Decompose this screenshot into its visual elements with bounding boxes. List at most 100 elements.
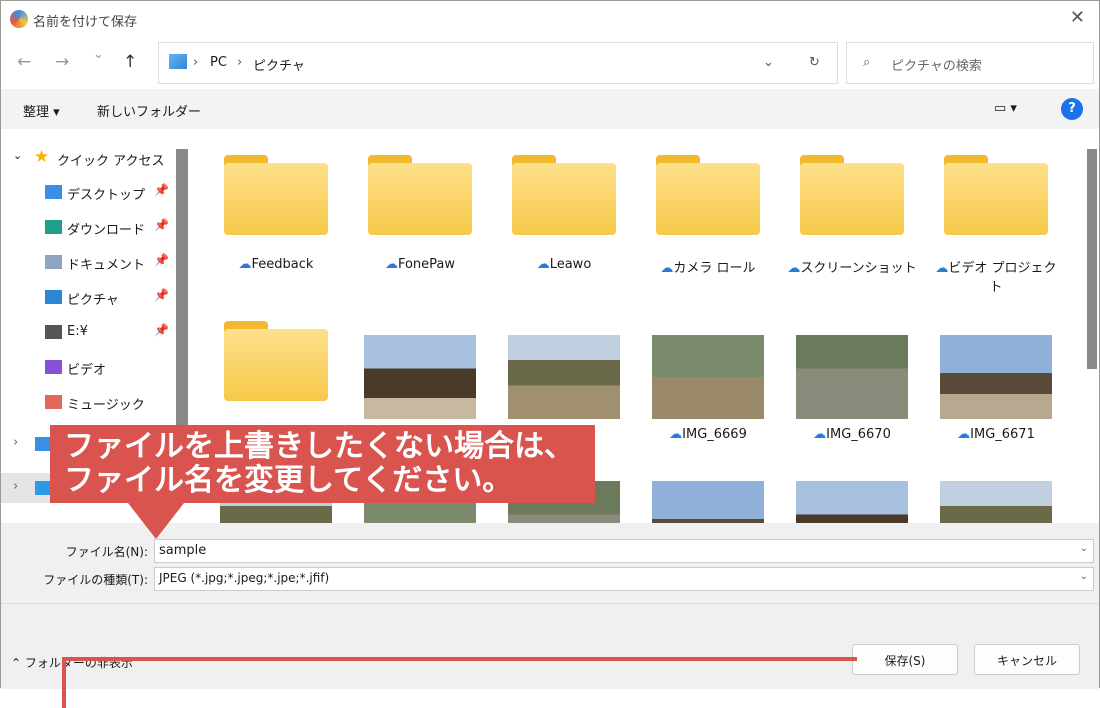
- sidebar-item-label: E:¥: [67, 324, 88, 339]
- image-thumbnail: [364, 335, 476, 419]
- window-title: 名前を付けて保存: [33, 15, 138, 30]
- image-thumbnail: [940, 335, 1052, 419]
- cloud-icon: ☁: [935, 261, 949, 276]
- folder-item[interactable]: ☁スクリーンショット: [787, 155, 917, 276]
- callout-line-1: ファイルを上書きしたくない場合は、: [64, 429, 574, 464]
- image-item[interactable]: ☁IMG_6671: [931, 321, 1061, 442]
- chevron-down-icon[interactable]: ⌄: [763, 55, 774, 70]
- chevron-right-icon[interactable]: ›: [13, 479, 18, 494]
- chevron-right-icon[interactable]: ›: [13, 435, 18, 450]
- pin-icon[interactable]: 📌: [154, 183, 169, 197]
- image-item[interactable]: ☁IMG_6669: [643, 321, 773, 442]
- folder-item[interactable]: ☁カメラ ロール: [643, 155, 773, 276]
- image-item[interactable]: 68: [499, 321, 629, 442]
- item-name: Leawo: [549, 257, 592, 272]
- folder-icon: [224, 155, 328, 235]
- back-button[interactable]: ←: [17, 52, 31, 72]
- forward-button[interactable]: →: [55, 52, 69, 72]
- breadcrumb-pc[interactable]: PC: [210, 55, 227, 70]
- item-name: ビデオ プロジェクト: [948, 261, 1057, 295]
- save-button[interactable]: 保存(S): [852, 644, 958, 675]
- sidebar-item-quick-access[interactable]: ⌄ ★ クイック アクセス: [1, 143, 171, 173]
- item-name: IMG_6671: [970, 427, 1035, 442]
- drive-icon: [45, 325, 62, 339]
- folder-item[interactable]: ☁ビデオ プロジェクト: [931, 155, 1061, 295]
- filename-value: sample: [159, 543, 207, 558]
- sidebar-item-label: ドキュメント: [67, 258, 146, 273]
- folder-item[interactable]: [211, 321, 341, 423]
- sidebar-item[interactable]: ピクチャ 📌: [1, 282, 171, 312]
- folder-item[interactable]: ☁Feedback: [211, 155, 341, 272]
- chevron-down-icon[interactable]: ⌄: [13, 149, 22, 162]
- cloud-icon: ☁: [536, 257, 550, 272]
- cloud-icon: ☁: [813, 427, 827, 442]
- pin-icon[interactable]: 📌: [154, 323, 169, 337]
- refresh-button[interactable]: ↻: [809, 55, 820, 70]
- annotation-line: [62, 657, 66, 708]
- sidebar-scrollbar[interactable]: [176, 149, 188, 449]
- pin-icon[interactable]: 📌: [154, 253, 169, 267]
- filename-input[interactable]: sample ⌄: [154, 539, 1094, 563]
- sidebar-item[interactable]: E:¥ 📌: [1, 317, 171, 347]
- sidebar-item[interactable]: ダウンロード 📌: [1, 212, 171, 242]
- callout-arrow: [128, 503, 184, 539]
- sidebar-item[interactable]: ドキュメント 📌: [1, 247, 171, 277]
- address-bar[interactable]: › PC › ピクチャ ⌄ ↻: [158, 42, 838, 84]
- pin-icon[interactable]: 📌: [154, 218, 169, 232]
- save-panel: ファイル名(N): sample ⌄ ファイルの種類(T): JPEG (*.jp…: [1, 523, 1099, 689]
- help-button[interactable]: ?: [1061, 98, 1083, 120]
- organize-button[interactable]: 整理 ▾: [23, 101, 60, 120]
- star-icon: ★: [34, 147, 50, 167]
- folder-icon: [656, 155, 760, 235]
- sidebar-item[interactable]: デスクトップ 📌: [1, 177, 171, 207]
- download-folder-icon: [45, 220, 62, 234]
- folder-item[interactable]: ☁Leawo: [499, 155, 629, 272]
- search-input[interactable]: ⌕ ピクチャの検索: [846, 42, 1094, 84]
- close-button[interactable]: ✕: [1070, 7, 1085, 28]
- cloud-icon: ☁: [669, 427, 683, 442]
- pin-icon[interactable]: 📌: [154, 288, 169, 302]
- chevron-down-icon[interactable]: ⌄: [1080, 543, 1088, 554]
- recent-locations-button[interactable]: ⌄: [93, 47, 104, 62]
- breadcrumb-pictures[interactable]: ピクチャ: [253, 55, 305, 74]
- folder-item[interactable]: ☁FonePaw: [355, 155, 485, 272]
- image-thumbnail: [796, 335, 908, 419]
- file-type-value: JPEG (*.jpg;*.jpeg;*.jpe;*.jfif): [159, 571, 330, 585]
- file-type-select[interactable]: JPEG (*.jpg;*.jpeg;*.jpe;*.jfif) ⌄: [154, 567, 1094, 591]
- sidebar-item-label: デスクトップ: [67, 188, 146, 203]
- folder-icon: [800, 155, 904, 235]
- toolbar: 整理 ▾ 新しいフォルダー ▭ ▾ ?: [1, 89, 1099, 129]
- item-name: カメラ ロール: [673, 261, 756, 276]
- image-thumbnail[interactable]: [940, 481, 1052, 524]
- folder-icon: [224, 321, 328, 401]
- image-thumbnail[interactable]: [796, 481, 908, 524]
- videos-folder-icon: [45, 360, 62, 374]
- image-item[interactable]: ☁IMG_6670: [787, 321, 917, 442]
- cloud-icon: ☁: [238, 257, 252, 272]
- item-name: IMG_6669: [682, 427, 747, 442]
- image-item[interactable]: [355, 321, 485, 427]
- new-folder-button[interactable]: 新しいフォルダー: [97, 101, 201, 120]
- callout-line-2: ファイル名を変更してください。: [64, 463, 513, 498]
- item-name: IMG_6670: [826, 427, 891, 442]
- save-as-dialog: 名前を付けて保存 ✕ ← → ⌄ ↑ › PC › ピクチャ ⌄ ↻ ⌕ ピクチ…: [0, 0, 1100, 689]
- up-button[interactable]: ↑: [123, 52, 137, 72]
- folder-icon: [944, 155, 1048, 235]
- documents-folder-icon: [45, 255, 62, 269]
- vertical-scrollbar[interactable]: [1087, 149, 1097, 369]
- cloud-icon: ☁: [660, 261, 674, 276]
- pictures-icon: [169, 54, 187, 69]
- image-thumbnail[interactable]: [652, 481, 764, 524]
- item-name: FonePaw: [397, 257, 456, 272]
- sidebar-item[interactable]: ミュージック: [1, 387, 171, 417]
- view-button[interactable]: ▭ ▾: [994, 101, 1017, 116]
- title-bar: 名前を付けて保存 ✕: [1, 1, 1099, 37]
- annotation-callout: ファイルを上書きしたくない場合は、 ファイル名を変更してください。: [50, 425, 595, 503]
- filename-label: ファイル名(N):: [65, 545, 148, 559]
- chevron-down-icon[interactable]: ⌄: [1080, 571, 1088, 582]
- sidebar-item-label: ミュージック: [67, 398, 145, 413]
- file-type-label: ファイルの種類(T):: [43, 573, 148, 587]
- cancel-button[interactable]: キャンセル: [974, 644, 1080, 675]
- sidebar-item[interactable]: ビデオ: [1, 352, 171, 382]
- sidebar-item-label: クイック アクセス: [57, 154, 165, 169]
